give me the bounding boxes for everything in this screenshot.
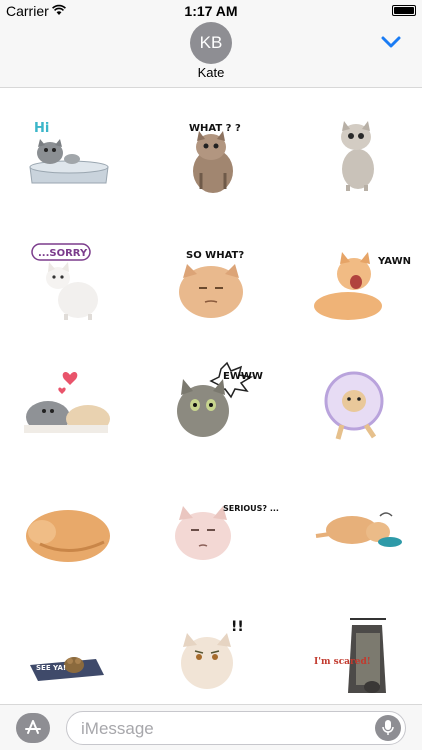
sticker-caption: !! [231, 619, 244, 635]
message-input[interactable] [81, 718, 371, 740]
sticker-serious[interactable]: SERIOUS? ... [141, 464, 281, 584]
sticker-caption: EWWW [223, 371, 263, 382]
sticker-sleeping[interactable] [0, 464, 140, 584]
sticker-so-what[interactable]: SO WHAT? [141, 214, 281, 334]
cat-standing-icon [341, 121, 374, 191]
sticker-caption: SO WHAT? [186, 250, 245, 261]
contact-name[interactable]: Kate [0, 65, 422, 80]
cat-yawn-icon [314, 252, 382, 320]
sticker-yawn[interactable]: YAWN [282, 214, 422, 334]
sticker-see-ya[interactable]: SEE YA! [0, 589, 140, 709]
app-store-button[interactable] [16, 713, 50, 743]
sticker-caption: Hi [34, 121, 50, 136]
sticker-grid: Hi WHAT ? ? ...SORRY SO WHAT? YAWN EWWW … [0, 89, 422, 704]
microphone-icon [382, 720, 394, 735]
sticker-caption: I'm scared! [314, 657, 371, 667]
compose-bar [0, 704, 422, 750]
cats-love-icon [24, 372, 110, 433]
cat-ewww-icon [177, 361, 254, 437]
cat-what-icon [193, 131, 233, 193]
sticker-cone[interactable] [282, 339, 422, 459]
battery-icon [392, 5, 416, 16]
cat-sleeping-icon [26, 510, 110, 562]
microphone-button[interactable] [375, 715, 401, 741]
clock: 1:17 AM [184, 3, 238, 19]
sticker-eating[interactable] [282, 464, 422, 584]
sticker-standing[interactable] [282, 89, 422, 209]
sticker-caption: WHAT ? ? [189, 123, 241, 134]
cat-sorry-icon [31, 243, 98, 320]
sticker-shocked[interactable]: !! [141, 589, 281, 709]
cat-shocked-icon [181, 633, 233, 689]
sticker-caption: SEE YA! [36, 664, 67, 672]
cat-so-what-icon [179, 264, 243, 318]
sticker-what[interactable]: WHAT ? ? [141, 89, 281, 209]
chevron-down-icon[interactable] [380, 34, 402, 50]
sticker-hi[interactable]: Hi [0, 89, 140, 209]
cat-see-ya-icon [30, 657, 104, 681]
cat-serious-icon [175, 506, 231, 560]
sticker-scared[interactable]: I'm scared! [282, 589, 422, 709]
cat-eating-icon [315, 512, 402, 547]
sticker-love[interactable] [0, 339, 140, 459]
sticker-caption: ...SORRY [38, 248, 88, 259]
contact-avatar[interactable]: KB [190, 22, 232, 64]
sticker-sorry[interactable]: ...SORRY [0, 214, 140, 334]
conversation-header: KB Kate [0, 22, 422, 88]
sticker-caption: SERIOUS? ... [223, 504, 279, 513]
cat-cone-icon [324, 371, 384, 440]
message-field[interactable] [66, 711, 406, 745]
cat-in-tub-icon [29, 139, 109, 184]
cat-scared-icon [348, 618, 386, 693]
sticker-ewww[interactable]: EWWW [141, 339, 281, 459]
sticker-caption: YAWN [378, 256, 411, 267]
app-store-icon [25, 720, 41, 734]
status-bar: Carrier 1:17 AM [0, 0, 422, 22]
